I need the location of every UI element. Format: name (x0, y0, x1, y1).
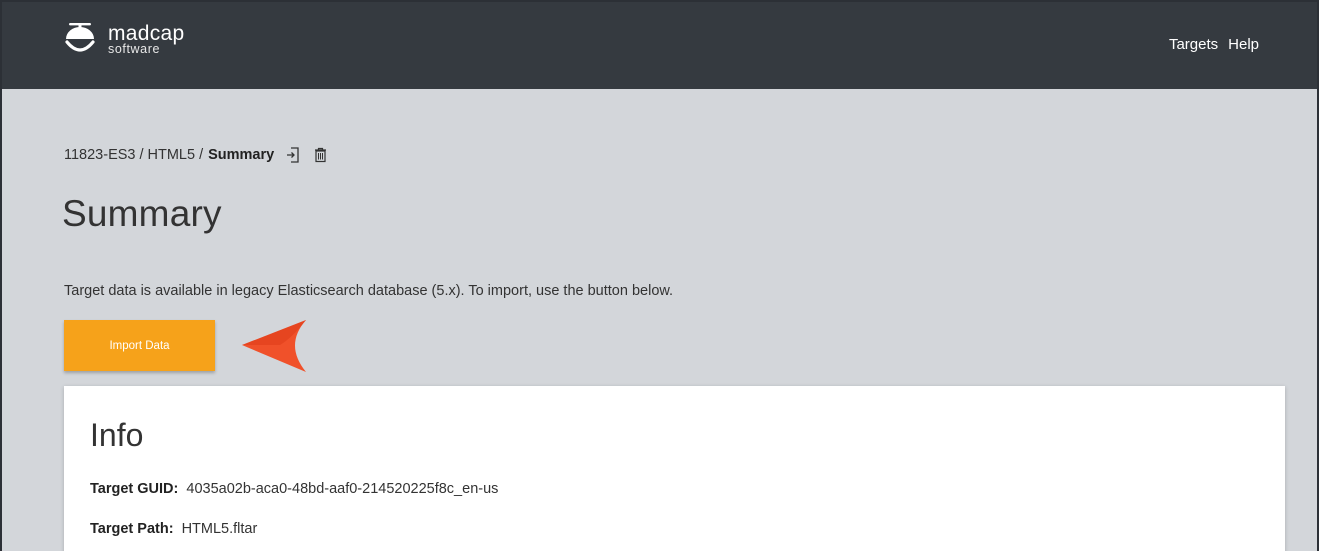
import-icon[interactable] (286, 147, 300, 163)
target-guid-label: Target GUID: (90, 481, 179, 497)
target-guid-row: Target GUID: 4035a02b-aca0-48bd-aaf0-214… (90, 481, 498, 497)
nav-help[interactable]: Help (1228, 36, 1259, 53)
target-path-label: Target Path: (90, 521, 174, 537)
trash-icon[interactable] (314, 147, 327, 163)
info-title: Info (90, 417, 144, 453)
logo-name: madcap (108, 22, 185, 45)
breadcrumb-item-target[interactable]: HTML5 (148, 147, 196, 163)
top-bar: madcap software Targets Help (0, 0, 1319, 89)
madcap-logo-icon (65, 23, 95, 52)
nav-targets[interactable]: Targets (1169, 36, 1218, 53)
legacy-data-notice: Target data is available in legacy Elast… (64, 283, 674, 299)
breadcrumb-item-project[interactable]: 11823-ES3 (64, 147, 135, 163)
breadcrumb-separator: / (139, 147, 144, 163)
page-title: Summary (62, 193, 222, 234)
madcap-logo[interactable]: madcap software (60, 20, 185, 60)
breadcrumb-separator: / (199, 147, 204, 163)
annotation-arrow-icon (242, 320, 306, 372)
top-nav: Targets Help (1169, 36, 1259, 53)
import-data-button[interactable]: Import Data (64, 320, 215, 371)
target-path-value: HTML5.fltar (181, 521, 258, 537)
info-card: Info Target GUID: 4035a02b-aca0-48bd-aaf… (64, 386, 1285, 551)
breadcrumb: 11823-ES3 / HTML5 / Summary (64, 147, 327, 163)
target-path-row: Target Path: HTML5.fltar (90, 521, 257, 537)
target-guid-value: 4035a02b-aca0-48bd-aaf0-214520225f8c_en-… (186, 481, 499, 497)
breadcrumb-current: Summary (208, 147, 275, 163)
